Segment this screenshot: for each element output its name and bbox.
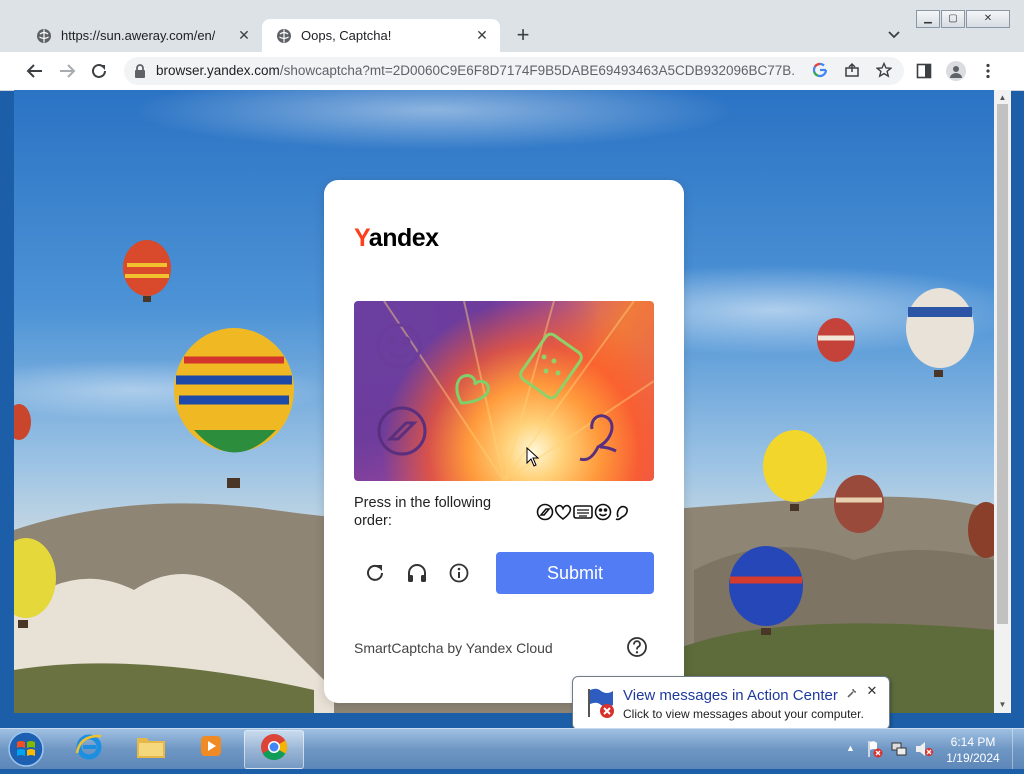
action-center-flag-icon xyxy=(583,685,619,721)
captcha-footer: SmartCaptcha by Yandex Cloud xyxy=(354,640,553,656)
keyboard-icon[interactable] xyxy=(518,332,583,400)
address-bar[interactable]: browser.yandex.com/showcaptcha?mt=2D0060… xyxy=(124,57,904,85)
network-icon[interactable] xyxy=(890,740,908,763)
close-icon[interactable]: ✕ xyxy=(236,27,252,43)
scroll-thumb[interactable] xyxy=(997,104,1008,624)
new-tab-button[interactable]: + xyxy=(512,24,534,47)
volume-muted-icon[interactable] xyxy=(914,740,934,763)
notification-body: Click to view messages about your comput… xyxy=(623,707,864,721)
back-icon[interactable] xyxy=(25,61,45,81)
clock-time: 6:14 PM xyxy=(950,735,996,749)
url-text: browser.yandex.com/showcaptcha?mt=2D0060… xyxy=(156,63,796,78)
pin-icon xyxy=(615,505,628,521)
side-panel-icon[interactable] xyxy=(914,61,934,81)
taskbar-chrome[interactable] xyxy=(244,730,304,769)
maximize-button[interactable]: ▢ xyxy=(941,10,965,28)
close-icon[interactable]: ✕ xyxy=(865,684,879,698)
url-path: /showcaptcha?mt=2D0060C9E6F8D7174F9B5DAB… xyxy=(279,63,796,78)
windows-taskbar: ▲ 6:14 PM 1/19/2024 xyxy=(0,728,1024,769)
smiley-icon xyxy=(594,503,612,521)
google-icon[interactable] xyxy=(812,62,828,83)
balloon xyxy=(817,318,855,362)
balloon xyxy=(834,475,884,533)
chevron-down-icon[interactable] xyxy=(884,27,904,43)
balloon xyxy=(906,288,974,377)
web-page: Yandex Press in the following order: Sub… xyxy=(14,90,994,713)
scroll-up-icon[interactable]: ▲ xyxy=(998,93,1007,102)
show-hidden-icons-icon[interactable]: ▲ xyxy=(846,743,855,753)
taskbar-ie[interactable] xyxy=(60,730,118,767)
window-controls: ▁ ▢ ✕ xyxy=(916,10,1011,28)
compass-icon xyxy=(536,503,554,521)
start-button[interactable] xyxy=(4,729,48,769)
close-icon[interactable]: ✕ xyxy=(474,27,490,43)
submit-button[interactable]: Submit xyxy=(496,552,654,594)
kebab-menu-icon[interactable] xyxy=(978,61,998,81)
heart-icon xyxy=(554,504,572,520)
mouse-cursor-icon xyxy=(526,447,540,467)
options-wrench-icon[interactable] xyxy=(846,686,858,698)
forward-icon[interactable] xyxy=(57,61,77,81)
yandex-logo: Yandex xyxy=(354,224,439,252)
url-host: browser.yandex.com xyxy=(156,63,280,78)
page-scrollbar[interactable]: ▲ ▼ xyxy=(994,90,1011,713)
info-icon[interactable] xyxy=(448,562,470,584)
tab-title: Oops, Captcha! xyxy=(301,28,392,43)
tab-title: https://sun.aweray.com/en/ xyxy=(61,28,216,43)
chrome-icon xyxy=(259,732,289,767)
captcha-instruction: Press in the following order: xyxy=(354,495,492,529)
balloon xyxy=(123,240,171,302)
tab-captcha[interactable]: Oops, Captcha! ✕ xyxy=(262,19,500,52)
pin-icon[interactable] xyxy=(579,414,617,462)
captcha-card: Yandex Press in the following order: Sub… xyxy=(324,180,684,703)
browser-chrome: https://sun.aweray.com/en/ ✕ Oops, Captc… xyxy=(0,0,1024,91)
tab-strip: https://sun.aweray.com/en/ ✕ Oops, Captc… xyxy=(0,0,1024,52)
notification-title[interactable]: View messages in Action Center xyxy=(623,687,838,704)
balloon xyxy=(14,404,31,440)
minimize-button[interactable]: ▁ xyxy=(916,10,940,28)
internet-explorer-icon xyxy=(74,731,104,766)
captcha-challenge-image[interactable] xyxy=(354,301,654,481)
globe-icon xyxy=(36,28,52,44)
keyboard-icon xyxy=(573,505,593,519)
action-center-notification[interactable]: View messages in Action Center Click to … xyxy=(572,676,890,742)
taskbar-clock[interactable]: 6:14 PM 1/19/2024 xyxy=(940,734,1006,766)
headphones-icon[interactable] xyxy=(406,562,428,584)
taskbar-media-player[interactable] xyxy=(182,730,240,767)
tab-aweray[interactable]: https://sun.aweray.com/en/ ✕ xyxy=(22,19,262,52)
order-sequence xyxy=(536,501,646,523)
clock-date: 1/19/2024 xyxy=(946,751,1000,765)
window-close-button[interactable]: ✕ xyxy=(966,10,1010,28)
bookmark-star-icon[interactable] xyxy=(875,61,893,83)
globe-icon xyxy=(276,28,292,44)
profile-avatar-icon[interactable] xyxy=(946,61,966,81)
reload-icon[interactable] xyxy=(89,61,109,81)
folder-icon xyxy=(135,732,167,765)
taskbar-explorer[interactable] xyxy=(122,730,180,767)
balloon xyxy=(174,328,294,488)
lock-icon[interactable] xyxy=(134,64,146,83)
browser-toolbar: browser.yandex.com/showcaptcha?mt=2D0060… xyxy=(0,52,1024,91)
action-center-flag-icon[interactable] xyxy=(866,739,884,764)
compass-icon[interactable] xyxy=(377,406,427,456)
scroll-down-icon[interactable]: ▼ xyxy=(998,700,1007,709)
share-icon[interactable] xyxy=(844,62,860,83)
media-player-icon xyxy=(197,732,225,765)
refresh-icon[interactable] xyxy=(364,562,386,584)
help-icon[interactable] xyxy=(626,636,648,658)
show-desktop-button[interactable] xyxy=(1012,729,1024,769)
